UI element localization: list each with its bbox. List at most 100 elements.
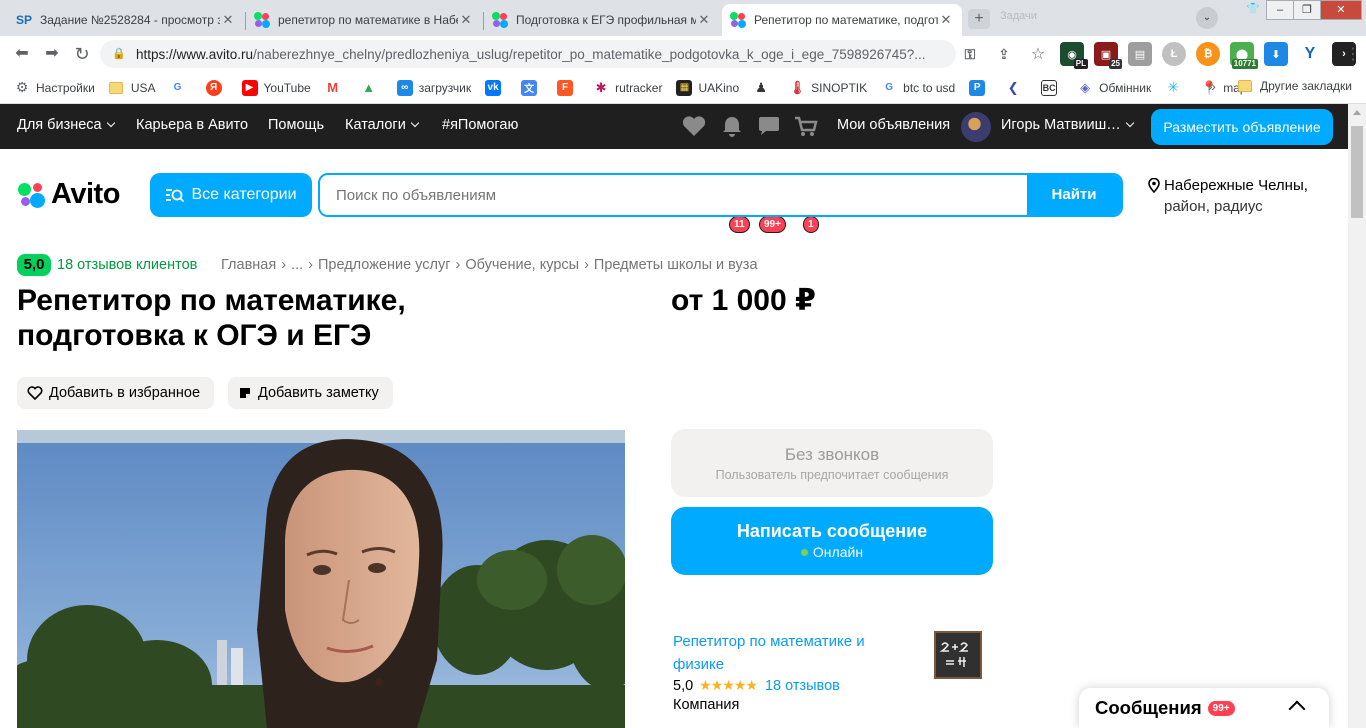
close-window-button[interactable]: ✕ [1320,0,1362,20]
breadcrumb-separator: › [584,257,589,273]
bookmark-item[interactable]: G [170,80,192,96]
chevron-up-icon[interactable] [1288,700,1306,718]
gift-extension-icon[interactable]: ▤ [1128,42,1152,66]
nav-career[interactable]: Карьера в Авито [136,117,248,133]
nav-my-ads[interactable]: Мои объявления [837,117,950,133]
breadcrumb-separator: › [308,257,313,273]
breadcrumb-home[interactable]: Главная [221,257,276,273]
bookmark-item[interactable]: ▦ UAKino [676,79,739,96]
bookmark-item[interactable]: ∞ загрузчик [396,79,471,96]
avatar[interactable] [961,112,991,142]
cart-badge: 1 [803,216,819,233]
messenger-widget[interactable]: Сообщения 99+ [1079,688,1329,728]
bookmark-star-icon[interactable]: ☆ [1026,42,1050,66]
nav-catalogs[interactable]: Каталоги [345,117,420,133]
add-note-button[interactable]: Добавить заметку [228,377,393,409]
seller-name-link[interactable]: Репетитор по математике и физике [673,630,903,676]
maximize-button[interactable]: ❐ [1293,0,1321,20]
v-extension-icon[interactable]: Y [1298,42,1322,66]
browser-tab[interactable]: SP Задание №2528284 - просмотр за ✕ [8,4,244,36]
chat-bubble-icon[interactable] [756,114,782,138]
lock-icon: 🔒 [112,48,126,60]
heart-icon[interactable] [681,114,707,138]
nav-help[interactable]: Помощь [268,117,324,133]
other-bookmarks[interactable]: Другие закладки [1238,79,1352,93]
bookmark-item[interactable]: Я [205,79,228,96]
bookmarks-overflow-icon[interactable]: » [1208,78,1216,94]
location-pin-icon [1148,178,1160,193]
bookmark-item[interactable]: ⚙ Настройки [14,79,95,96]
kebab-menu-icon[interactable]: ⋮ [1345,44,1361,64]
window-controls: 👕 – ❐ ✕ [1240,0,1362,22]
bookmark-item[interactable]: M [325,80,347,96]
close-tab-icon[interactable]: ✕ [458,12,474,28]
location-selector[interactable]: Набережные Челны, район, радиус [1148,175,1308,217]
browser-tab[interactable]: репетитор по математике в Набе ✕ [246,4,482,36]
search-input[interactable] [320,175,1028,215]
back-arrow-icon[interactable]: ⬅ [12,44,32,64]
bookmark-item[interactable]: Gbtc to usd [881,80,955,96]
shirt-icon[interactable]: 👕 [1239,0,1267,20]
client-reviews-link[interactable]: 18 отзывов клиентов [57,257,197,273]
page-scrollbar[interactable] [1348,104,1366,728]
nav-user-menu[interactable]: Игорь Матвииш… [1001,117,1135,133]
breadcrumb-school-subjects[interactable]: Предметы школы и вуза [594,257,758,273]
bookmark-item[interactable]: ✳ [1165,79,1187,96]
url-omnibox[interactable]: 🔒 https://www.avito.ru/naberezhnye_cheln… [100,40,956,68]
cart-icon[interactable] [793,114,819,138]
breadcrumb-services[interactable]: Предложение услуг [318,257,451,273]
scrollbar-thumb[interactable] [1351,126,1363,218]
bell-icon[interactable] [719,114,745,138]
nav-i-help[interactable]: #яПомогаю [442,117,518,133]
scroll-up-arrow-icon[interactable] [1353,110,1361,115]
bookmark-item[interactable]: ❮ [1005,80,1027,96]
browser-tab[interactable]: Подготовка к ЕГЭ профильная ма ✕ [484,4,720,36]
bookmark-item[interactable]: F [557,79,579,96]
breadcrumb-education[interactable]: Обучение, курсы [465,257,579,273]
browser-tab-active[interactable]: Репетитор по математике, подгот ✕ [722,4,962,36]
post-ad-button[interactable]: Разместить объявление [1151,109,1333,145]
search-button[interactable]: Найти [1027,175,1121,215]
no-calls-card: Без звонков Пользователь предпочитает со… [671,429,993,497]
price-extension-icon[interactable]: ⬤ 10771 [1230,42,1258,69]
close-tab-icon[interactable]: ✕ [220,12,236,28]
new-tab-button[interactable]: + [968,9,990,29]
bookmark-item[interactable]: 🌡 SINOPTIK [789,80,867,96]
bookmark-item[interactable]: ✱ rutracker [593,80,663,96]
listing-photo[interactable] [17,430,625,728]
share-icon[interactable]: ⇪ [992,42,1016,66]
url-path: /naberezhnye_chelny/predlozheniya_uslug/… [253,46,926,62]
counter-extension-icon[interactable]: ▣ 25 [1094,42,1122,69]
forward-arrow-icon[interactable]: ➡ [42,44,62,64]
all-categories-button[interactable]: Все категории [150,173,312,217]
url-text[interactable]: https://www.avito.ru/naberezhnye_chelny/… [136,47,944,62]
download-extension-icon[interactable]: ⬇ [1264,42,1288,66]
close-tab-icon[interactable]: ✕ [938,12,954,28]
pl-extension-icon[interactable]: ◉ PL [1060,42,1088,69]
coin-extension-icon[interactable]: Ł [1162,42,1186,66]
bookmark-item[interactable]: P [969,79,991,96]
key-icon[interactable]: ⚿ [958,42,982,66]
tab-search-icon[interactable]: ⌄ [1196,7,1218,29]
seller-reviews-link[interactable]: 18 отзывов [765,678,840,694]
snowflake-icon: ✳ [1167,79,1180,95]
bookmark-item[interactable]: USA [108,81,156,95]
breadcrumb-ellipsis[interactable]: ... [291,257,303,273]
add-favorite-button[interactable]: Добавить в избранное [17,377,215,409]
seller-avatar[interactable] [934,631,982,679]
bitcoin-extension-icon[interactable]: ₿ [1196,42,1220,66]
close-tab-icon[interactable]: ✕ [696,12,712,28]
bookmark-item[interactable]: 文 [521,79,543,96]
minimize-button[interactable]: – [1266,0,1294,20]
bookmark-item[interactable]: ◈ Обмінник [1077,80,1151,96]
write-message-button[interactable]: Написать сообщение Онлайн [671,507,993,575]
nav-business[interactable]: Для бизнеса [17,117,115,133]
bookmark-item[interactable]: ▲ [361,80,383,96]
avito-logo[interactable]: Avito [17,178,120,211]
bookmark-item[interactable]: ▶ YouTube [241,79,311,96]
bookmark-item[interactable]: vk [485,79,507,96]
reload-icon[interactable]: ↻ [72,44,92,64]
bookmark-item[interactable]: BC [1041,79,1063,96]
bookmark-item[interactable]: ♟ [753,80,775,96]
search-bar: Найти [318,173,1123,217]
